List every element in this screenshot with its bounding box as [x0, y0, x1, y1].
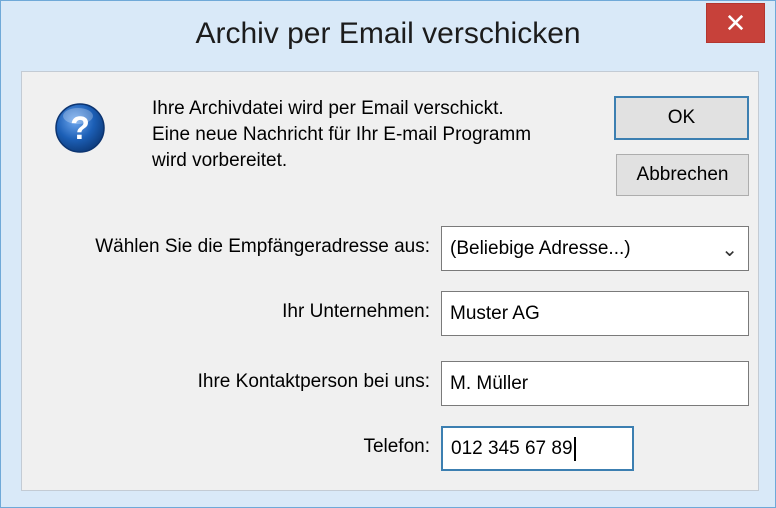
contact-field-value: M. Müller — [450, 372, 529, 394]
message-line: wird vorbereitet. — [152, 150, 288, 171]
chevron-down-icon[interactable]: ⌄ — [721, 237, 738, 262]
close-icon: ✕ — [724, 7, 747, 38]
svg-text:?: ? — [70, 110, 90, 146]
message-text: Ihre Archivdatei wird per Email verschic… — [152, 96, 531, 174]
company-field[interactable]: Muster AG — [441, 291, 749, 336]
contact-label: Ihre Kontaktperson bei uns: — [197, 371, 430, 392]
dialog-window: Archiv per Email verschicken ✕ ? Ihre Ar… — [0, 0, 776, 508]
recipient-label: Wählen Sie die Empfängeradresse aus: — [95, 236, 430, 257]
ok-button[interactable]: OK — [614, 96, 749, 140]
company-field-value: Muster AG — [450, 302, 540, 324]
close-button[interactable]: ✕ — [706, 3, 765, 43]
cancel-button[interactable]: Abbrechen — [616, 154, 749, 196]
recipient-select[interactable]: (Beliebige Adresse...) ⌄ — [441, 226, 749, 271]
dialog-body: ? Ihre Archivdatei wird per Email versch… — [21, 71, 759, 491]
phone-field[interactable]: 012 345 67 89 — [441, 426, 634, 471]
company-label: Ihr Unternehmen: — [282, 301, 430, 322]
text-cursor — [573, 436, 576, 461]
recipient-select-value: (Beliebige Adresse...) — [450, 237, 631, 259]
window-title: Archiv per Email verschicken — [195, 17, 581, 50]
phone-label: Telefon: — [363, 436, 430, 457]
message-line: Ihre Archivdatei wird per Email verschic… — [152, 98, 504, 119]
message-line: Eine neue Nachricht für Ihr E-mail Progr… — [152, 124, 532, 145]
question-icon: ? — [55, 103, 105, 153]
title-bar[interactable]: Archiv per Email verschicken ✕ — [1, 1, 775, 71]
phone-field-value: 012 345 67 89 — [451, 437, 573, 459]
contact-field[interactable]: M. Müller — [441, 361, 749, 406]
